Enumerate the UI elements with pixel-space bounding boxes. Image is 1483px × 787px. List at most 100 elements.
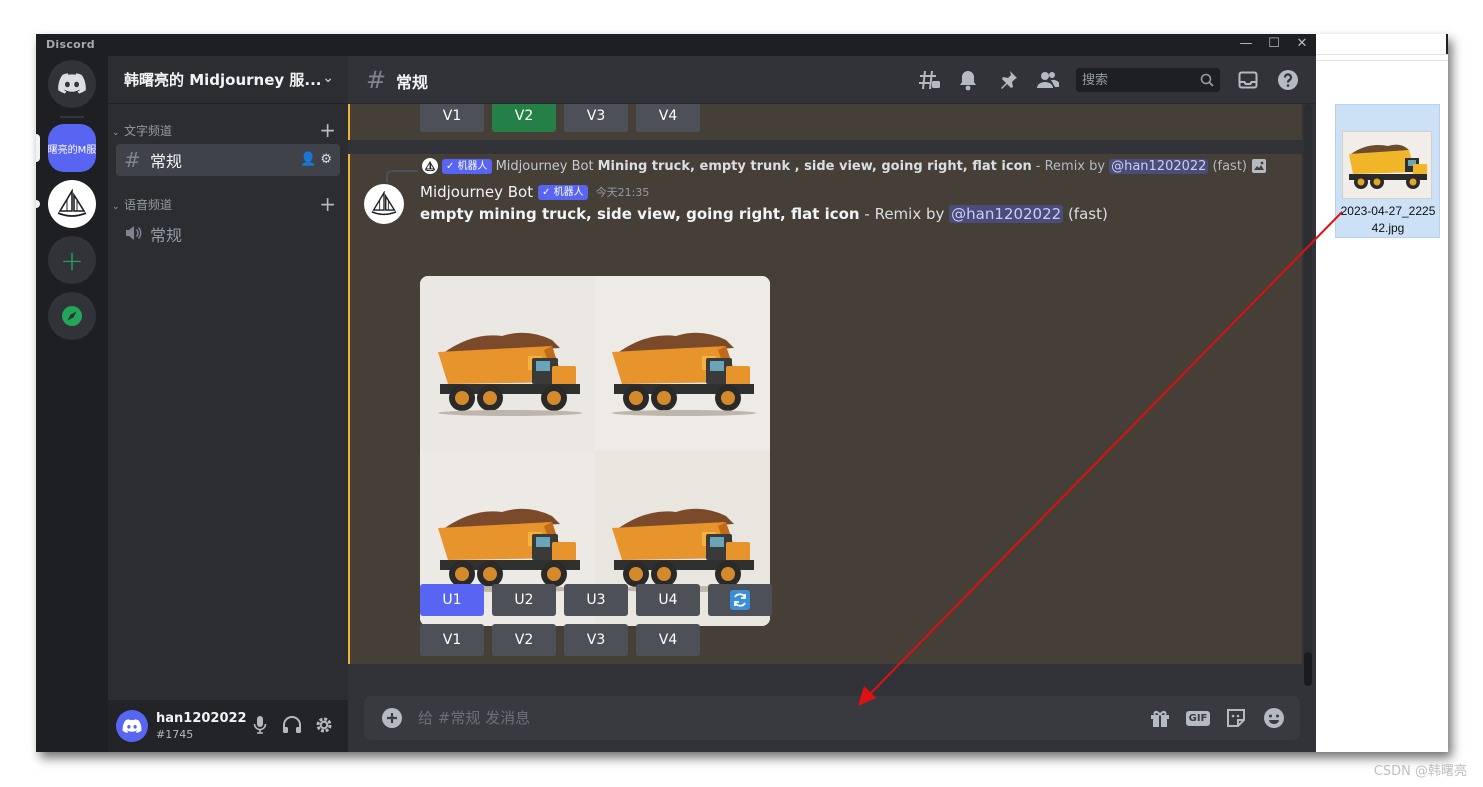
help-button[interactable] <box>1276 68 1300 92</box>
discord-logo-icon <box>58 73 86 94</box>
watermark: CSDN @韩曙亮 <box>1373 764 1467 779</box>
help-icon <box>1278 70 1298 90</box>
channel-general-voice[interactable]: 常规 <box>116 218 340 250</box>
microphone-button[interactable] <box>249 714 271 736</box>
message-list: V1 V2 V3 V4 ✓ 机器人 Midjourney Bot Mining … <box>348 104 1316 670</box>
caret-down-icon: ⌄ <box>112 202 120 212</box>
server-hanshuliang[interactable]: 韩曙亮的M服务 <box>48 124 96 172</box>
user-mention[interactable]: @han1202022 <box>949 205 1064 223</box>
image-icon <box>1252 159 1266 173</box>
gif-button[interactable]: GIF <box>1185 706 1211 730</box>
discord-logo-icon <box>122 718 142 733</box>
gear-icon[interactable]: ⚙ <box>320 152 332 167</box>
v4-button-prev[interactable]: V4 <box>636 104 700 132</box>
title-bar: Discord — ☐ ✕ <box>36 34 1316 56</box>
hash-icon: # <box>124 148 141 172</box>
author-name[interactable]: Midjourney Bot <box>420 183 533 201</box>
sticker-icon <box>1227 709 1245 727</box>
add-server-button[interactable]: + <box>48 236 96 284</box>
category-voice-channels[interactable]: ⌄ 语音频道 <box>112 196 172 213</box>
message-input[interactable] <box>418 696 1118 740</box>
chevron-down-icon: ⌄ <box>322 70 334 86</box>
author-avatar[interactable] <box>364 184 404 224</box>
app-title: Discord <box>46 38 95 51</box>
sailboat-icon <box>424 160 436 171</box>
v4-button[interactable]: V4 <box>636 624 700 656</box>
category-text-channels[interactable]: ⌄ 文字频道 <box>112 122 172 139</box>
u1-button[interactable]: U1 <box>420 584 484 616</box>
v2-button[interactable]: V2 <box>492 624 556 656</box>
headphones-button[interactable] <box>281 714 303 736</box>
gift-icon <box>1151 711 1169 727</box>
channel-sidebar: 韩曙亮的 Midjourney 服... ⌄ ⌄ 文字频道 + # 常规 👤 ⚙ … <box>108 56 348 752</box>
chat-area: # 常规 搜索 V1 V2 V3 V4 ✓ 机器人 Midjourney Bot… <box>348 56 1316 752</box>
server-rail: 韩曙亮的M服务 + <box>36 56 108 752</box>
notifications-button[interactable] <box>956 68 980 92</box>
gift-button[interactable] <box>1148 706 1172 730</box>
member-list-button[interactable] <box>1036 68 1060 92</box>
truck-grid-image <box>420 276 770 626</box>
pinned-messages-button[interactable] <box>996 68 1020 92</box>
emoji-button[interactable] <box>1262 706 1286 730</box>
minimize-button[interactable]: — <box>1232 34 1260 56</box>
u2-button[interactable]: U2 <box>492 584 556 616</box>
server-midjourney[interactable] <box>48 180 96 228</box>
u4-button[interactable]: U4 <box>636 584 700 616</box>
maximize-button[interactable]: ☐ <box>1260 34 1288 56</box>
refresh-icon <box>730 590 750 610</box>
close-button[interactable]: ✕ <box>1288 34 1316 56</box>
invite-icon[interactable]: 👤 <box>300 152 316 167</box>
create-text-channel-button[interactable]: + <box>319 120 336 140</box>
channel-general-text[interactable]: # 常规 👤 ⚙ <box>116 144 340 176</box>
hash-icon: # <box>366 66 387 94</box>
scrollbar-thumb[interactable] <box>1304 652 1312 686</box>
generated-image-grid[interactable] <box>420 276 770 626</box>
u3-button[interactable]: U3 <box>564 584 628 616</box>
previous-message: V1 V2 V3 V4 <box>348 104 1302 140</box>
reroll-button[interactable] <box>708 584 772 616</box>
search-box[interactable] <box>1076 68 1220 92</box>
create-voice-channel-button[interactable]: + <box>319 194 336 214</box>
remix-suffix: - Remix by <box>864 205 945 223</box>
unread-indicator <box>36 200 40 208</box>
plus-icon: + <box>60 243 84 277</box>
bell-icon <box>960 71 976 91</box>
file-item[interactable]: 2023-04-27_222542.jpg <box>1335 104 1440 238</box>
explore-servers-button[interactable] <box>48 292 96 340</box>
reply-mention[interactable]: @han1202022 <box>1109 158 1209 174</box>
search-input[interactable] <box>1076 68 1194 92</box>
home-button[interactable] <box>48 60 96 108</box>
message-text: empty mining truck, side view, going rig… <box>420 205 1108 223</box>
user-panel: han1202022 #1745 <box>108 700 348 752</box>
channel-header: # 常规 <box>348 56 1316 104</box>
message-composer: GIF <box>364 696 1300 740</box>
v3-button-prev[interactable]: V3 <box>564 104 628 132</box>
scrollbar-track[interactable] <box>1304 104 1312 670</box>
username: han1202022 <box>156 711 247 726</box>
guild-header[interactable]: 韩曙亮的 Midjourney 服... ⌄ <box>108 56 348 104</box>
v2-button-prev[interactable]: V2 <box>492 104 556 132</box>
upload-button[interactable] <box>380 706 404 730</box>
mini-avatar <box>422 158 438 174</box>
avatar[interactable] <box>116 710 148 742</box>
reply-reference[interactable]: ✓ 机器人 Midjourney Bot Mining truck, empty… <box>422 158 1267 174</box>
caret-down-icon: ⌄ <box>112 128 120 138</box>
v1-button[interactable]: V1 <box>420 624 484 656</box>
reply-mode: (fast) <box>1212 158 1247 174</box>
sticker-button[interactable] <box>1224 706 1248 730</box>
reply-author: Midjourney Bot <box>495 158 594 174</box>
message-header: Midjourney Bot ✓ 机器人 今天21:35 <box>420 183 649 201</box>
reply-prompt: Mining truck, empty trunk , side view, g… <box>597 158 1032 174</box>
speaker-icon <box>124 222 148 246</box>
plus-circle-icon <box>382 708 402 728</box>
midjourney-message: ✓ 机器人 Midjourney Bot Mining truck, empty… <box>348 154 1302 664</box>
bot-badge: ✓ 机器人 <box>442 158 492 174</box>
inbox-button[interactable] <box>1236 68 1260 92</box>
v1-button-prev[interactable]: V1 <box>420 104 484 132</box>
v3-button[interactable]: V3 <box>564 624 628 656</box>
user-settings-button[interactable] <box>313 714 335 736</box>
microphone-icon <box>253 716 267 734</box>
bot-badge: ✓ 机器人 <box>538 184 588 200</box>
threads-button[interactable] <box>918 68 942 92</box>
threads-icon <box>919 70 940 90</box>
